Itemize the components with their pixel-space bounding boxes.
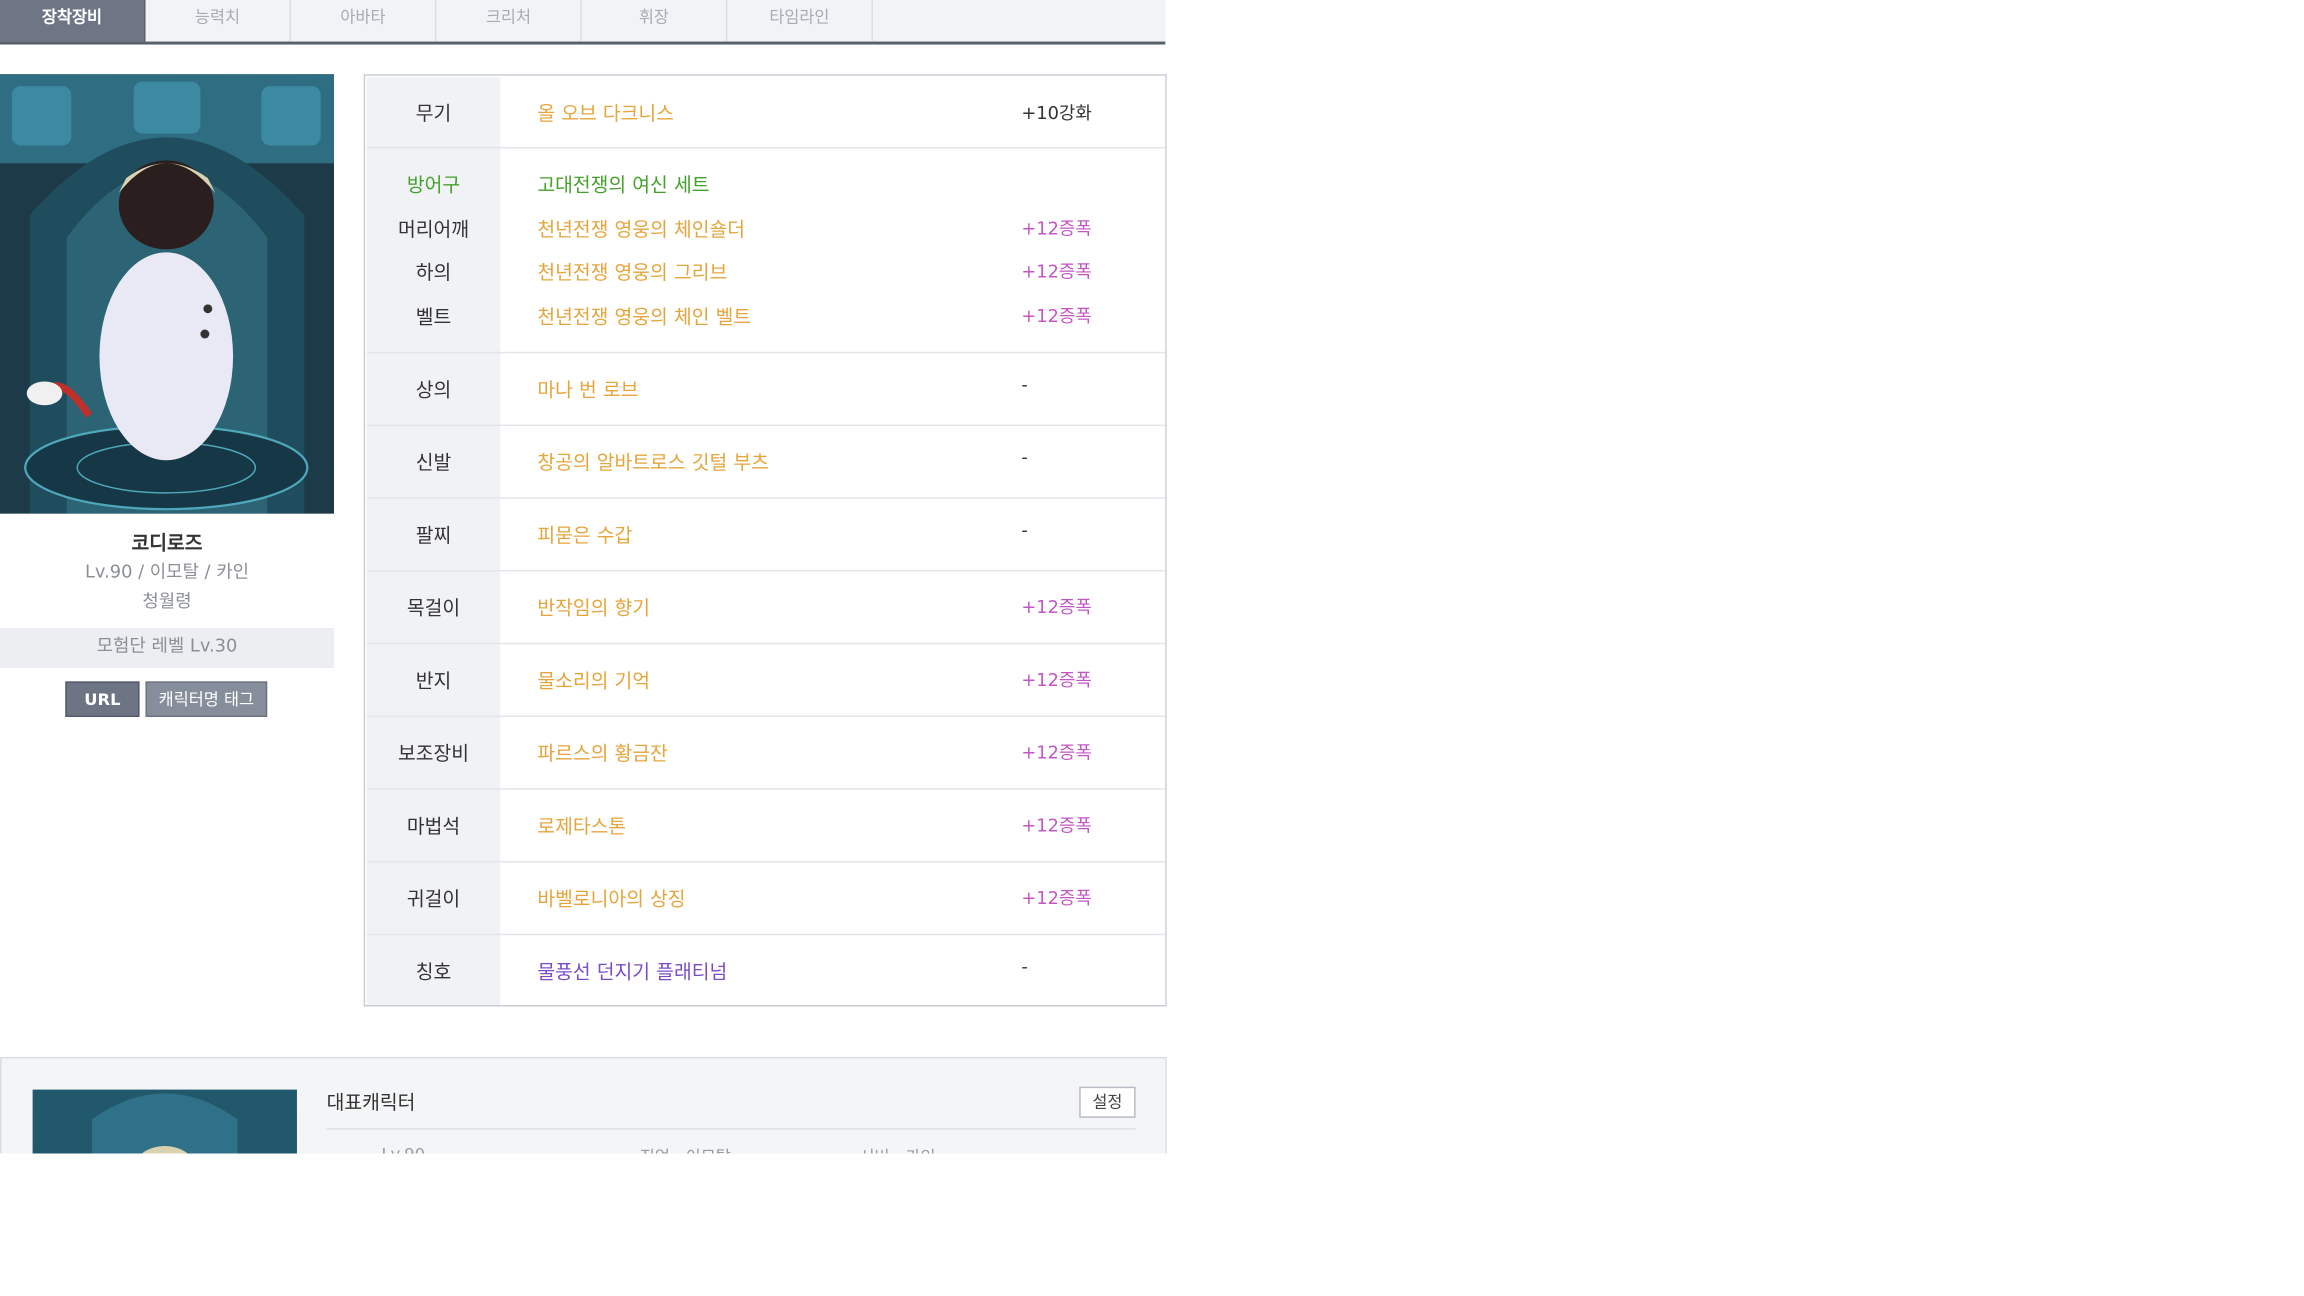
rep-character-thumbnail xyxy=(32,1089,297,1154)
character-name: 코디로즈 xyxy=(131,532,203,556)
representative-character-panel: 대표캐릭터 설정 Lv.90 직업 : 이모탈 서버 : 카인 xyxy=(0,1056,1167,1154)
tab-timeline[interactable]: 타임라인 xyxy=(727,0,873,42)
tab-emblem[interactable]: 휘장 xyxy=(582,0,728,42)
row-label: 방어구 xyxy=(406,175,461,198)
row-label: 머리어깨 xyxy=(397,219,469,242)
character-guild: 청월령 xyxy=(142,590,192,612)
row-label: 상의 xyxy=(415,380,452,403)
row-label: 신발 xyxy=(415,452,452,476)
rep-server: 서버 : 카인 xyxy=(860,1145,936,1154)
settings-button[interactable]: 설정 xyxy=(1079,1086,1136,1118)
item-name[interactable]: 물소리의 기억 xyxy=(537,665,650,693)
tab-avatar[interactable]: 아바타 xyxy=(291,0,437,42)
equip-row-shoes: 신발 창공의 알바트로스 깃털 부츠 - xyxy=(365,426,1166,499)
row-label: 반지 xyxy=(415,670,452,694)
row-label: 귀걸이 xyxy=(406,889,461,912)
item-name[interactable]: 반작임의 향기 xyxy=(537,592,650,620)
equip-row-necklace: 목걸이 반작임의 향기 +12증폭 xyxy=(365,572,1166,645)
divider xyxy=(326,1128,1136,1130)
enhance-value: +12증폭 xyxy=(1021,742,1092,764)
item-name[interactable]: 마나 번 로브 xyxy=(537,374,638,402)
row-label: 목걸이 xyxy=(406,598,461,621)
equip-row-top: 상의 마나 번 로브 - xyxy=(365,353,1166,427)
equip-row-title: 칭호 물풍선 던지기 플래티넘 - xyxy=(365,935,1165,1005)
enhance-value: +12증폭 xyxy=(1021,669,1092,691)
row-label: 무기 xyxy=(415,103,452,127)
equip-row-magic-stone: 마법석 로제타스톤 +12증폭 xyxy=(365,790,1166,863)
adventure-level: 모험단 레벨 Lv.30 xyxy=(0,627,335,669)
page: 장착장비 능력치 아바타 크리처 휘장 타임라인 코디로즈 Lv.90 / 이모… xyxy=(0,0,1167,1154)
enhance-value: +12증폭 xyxy=(1021,261,1092,283)
item-name[interactable]: 로제타스톤 xyxy=(537,811,626,838)
character-tag-button[interactable]: 캐릭터명 태그 xyxy=(145,681,268,718)
enhance-value: +12증폭 xyxy=(1021,814,1092,836)
enhance-value: +12증폭 xyxy=(1021,305,1092,327)
row-label: 벨트 xyxy=(415,307,452,330)
item-name[interactable]: 파르스의 황금잔 xyxy=(537,738,667,766)
rep-level: Lv.90 xyxy=(382,1145,425,1154)
item-name[interactable]: 천년전쟁 영웅의 그리브 xyxy=(537,257,727,285)
row-label: 보조장비 xyxy=(397,743,469,767)
equip-row-ring: 반지 물소리의 기억 +12증폭 xyxy=(365,644,1166,718)
enhance-value: - xyxy=(1021,519,1028,541)
item-name[interactable]: 창공의 알바트로스 깃털 부츠 xyxy=(537,447,768,475)
enhance-value: +10강화 xyxy=(1021,102,1092,124)
enhance-value: +12증폭 xyxy=(1021,887,1092,909)
character-info: Lv.90 / 이모탈 / 카인 xyxy=(84,561,250,582)
rep-job: 직업 : 이모탈 xyxy=(640,1145,731,1154)
equip-row-weapon: 무기 올 오브 다크니스 +10강화 xyxy=(365,76,1166,149)
equip-row-armor: 방어구 고대전쟁의 여신 세트 머리어깨 천년전쟁 영웅의 체인숄더 +12증폭… xyxy=(365,148,1166,354)
enhance-value: - xyxy=(1021,446,1028,468)
rep-title: 대표캐릭터 xyxy=(326,1092,416,1115)
equip-row-sub: 보조장비 파르스의 황금잔 +12증폭 xyxy=(365,717,1166,790)
tab-stats[interactable]: 능력치 xyxy=(145,0,291,42)
enhance-value: - xyxy=(1021,374,1028,395)
equipment-table: 무기 올 오브 다크니스 +10강화 방어구 고대전쟁의 여신 세트 머리어깨 … xyxy=(363,74,1167,1007)
row-label: 하의 xyxy=(415,262,452,286)
enhance-value: - xyxy=(1021,956,1028,977)
row-label: 칭호 xyxy=(415,961,452,985)
row-label: 팔찌 xyxy=(415,525,452,548)
url-button[interactable]: URL xyxy=(65,681,140,718)
equip-row-bracelet: 팔찌 피묻은 수갑 - xyxy=(365,499,1166,572)
enhance-value: +12증폭 xyxy=(1021,218,1092,240)
tab-equipment[interactable]: 장착장비 xyxy=(0,0,146,42)
item-name[interactable]: 바벨로니아의 상징 xyxy=(537,883,685,911)
item-name[interactable]: 올 오브 다크니스 xyxy=(537,98,674,126)
item-name[interactable]: 천년전쟁 영웅의 체인 벨트 xyxy=(537,301,751,329)
item-name[interactable]: 피묻은 수갑 xyxy=(537,520,632,548)
enhance-value: +12증폭 xyxy=(1021,596,1092,618)
character-portrait xyxy=(0,74,335,514)
item-name[interactable]: 물풍선 던지기 플래티넘 xyxy=(537,956,727,984)
tab-creature[interactable]: 크리처 xyxy=(436,0,582,42)
set-name[interactable]: 고대전쟁의 여신 세트 xyxy=(537,169,709,197)
row-label: 마법석 xyxy=(406,816,461,839)
tab-bar: 장착장비 능력치 아바타 크리처 휘장 타임라인 xyxy=(0,0,1166,45)
item-name[interactable]: 천년전쟁 영웅의 체인숄더 xyxy=(537,214,745,242)
equip-row-earring: 귀걸이 바벨로니아의 상징 +12증폭 xyxy=(365,862,1166,936)
